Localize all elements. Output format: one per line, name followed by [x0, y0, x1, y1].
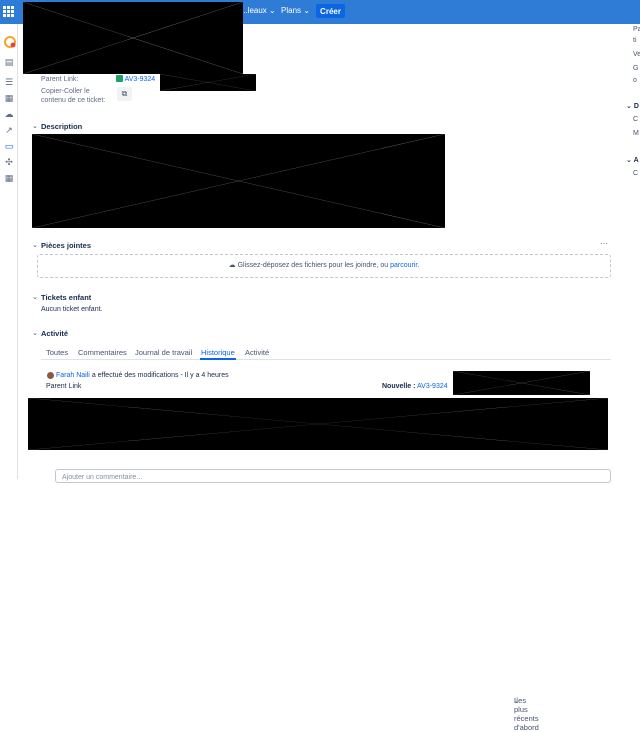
- new-value-link[interactable]: AV3-9324: [417, 383, 448, 390]
- copy-button[interactable]: ⧉: [117, 87, 132, 101]
- active-tab-indicator: [200, 358, 236, 360]
- redacted-history-block: [28, 398, 608, 450]
- chevron-down-icon: ⌄: [626, 157, 632, 164]
- cloud-icon[interactable]: ☁: [4, 110, 14, 119]
- history-new-value: Nouvelle : AV3-9324: [382, 383, 448, 390]
- right-panel-link[interactable]: C: [633, 170, 638, 177]
- copy-label-line1: Copier-Coller le: [41, 88, 90, 95]
- chat-icon[interactable]: ▤: [4, 58, 14, 67]
- tab-comments[interactable]: Commentaires: [78, 348, 127, 357]
- redacted-description: [32, 134, 445, 228]
- attachments-heading: Pièces jointes: [41, 241, 92, 250]
- list-icon[interactable]: ☰: [4, 78, 14, 87]
- board-icon[interactable]: ▦: [4, 94, 14, 103]
- parent-link-value[interactable]: AV3-9324: [116, 75, 155, 84]
- redacted-parent-summary: [160, 74, 256, 91]
- puzzle-icon[interactable]: ✣: [4, 158, 14, 167]
- file-drop-zone[interactable]: ☁ Glissez-déposez des fichiers pour les …: [37, 254, 611, 278]
- copy-label-line2: contenu de ce ticket:: [41, 97, 106, 104]
- comment-input[interactable]: Ajouter un commentaire...: [55, 469, 611, 483]
- tab-worklog[interactable]: Journal de travail: [135, 348, 192, 357]
- right-panel-heading: ⌄ A: [626, 157, 639, 164]
- create-button[interactable]: Créer: [316, 4, 345, 18]
- right-panel-text: G: [633, 65, 639, 72]
- tab-all[interactable]: Toutes: [46, 348, 68, 357]
- right-panel-text: Ve: [633, 51, 640, 58]
- copy-icon: ⧉: [121, 89, 128, 98]
- epic-icon: [116, 75, 123, 82]
- right-panel-link[interactable]: o: [633, 77, 637, 84]
- user-link[interactable]: Farah Naili: [56, 372, 90, 379]
- chevron-down-icon: ⌄: [303, 6, 310, 15]
- sort-icon: ⇃: [514, 696, 521, 705]
- description-chevron-icon[interactable]: ⌄: [32, 122, 38, 130]
- children-chevron-icon[interactable]: ⌄: [32, 293, 38, 301]
- chevron-down-icon: ⌄: [626, 103, 632, 110]
- chart-icon[interactable]: ↗: [4, 126, 14, 135]
- nav-item-tableaux[interactable]: ...leaux ⌄: [241, 6, 276, 15]
- history-entry-header: Farah Naili a effectué des modifications…: [56, 372, 229, 379]
- right-panel-heading: ⌄ D: [626, 103, 639, 110]
- upload-cloud-icon: ☁: [228, 262, 236, 269]
- table-icon[interactable]: ▦: [4, 174, 14, 183]
- activity-heading: Activité: [41, 329, 69, 338]
- description-heading: Description: [41, 122, 83, 131]
- right-panel-text: C: [633, 116, 639, 123]
- right-panel-text: ti: [633, 37, 637, 44]
- logo-icon[interactable]: [4, 36, 16, 48]
- right-panel-text: Pa: [633, 26, 640, 33]
- attachments-chevron-icon[interactable]: ⌄: [32, 241, 38, 249]
- more-actions-icon[interactable]: ···: [600, 239, 608, 248]
- activity-chevron-icon[interactable]: ⌄: [32, 329, 38, 337]
- redacted-header-block: [23, 2, 243, 74]
- tab-activity[interactable]: Activité: [245, 348, 269, 357]
- parent-link-label: Parent Link:: [41, 76, 79, 83]
- children-heading: Tickets enfant: [41, 293, 92, 302]
- browse-link[interactable]: parcourir.: [390, 262, 419, 269]
- app-switcher-icon[interactable]: [3, 6, 14, 17]
- children-empty-text: Aucun ticket enfant.: [41, 306, 103, 313]
- tab-divider: [41, 359, 611, 360]
- tab-history[interactable]: Historique: [201, 348, 235, 357]
- right-panel-link[interactable]: M: [633, 130, 639, 137]
- avatar[interactable]: [47, 372, 54, 379]
- nav-item-plans[interactable]: Plans ⌄: [281, 6, 310, 15]
- chevron-down-icon: ⌄: [269, 6, 276, 15]
- history-field-name: Parent Link: [46, 383, 82, 390]
- ticket-icon[interactable]: ▭: [4, 142, 14, 151]
- redacted-new-summary: [453, 371, 590, 395]
- project-sidebar: ▤ ☰ ▦ ☁ ↗ ▭ ✣ ▦: [0, 24, 18, 479]
